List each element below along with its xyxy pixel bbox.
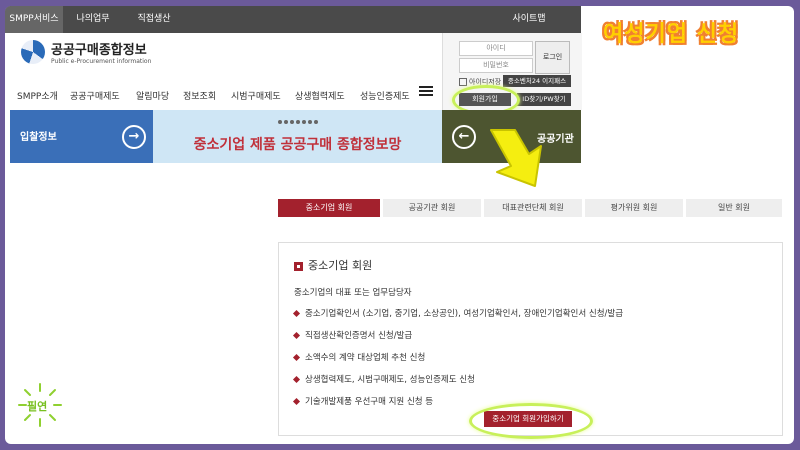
main-nav: SMPP소개 공공구매제도 알림마당 정보조회 시범구매제도 상생협력제도 성능… — [5, 84, 442, 110]
tab-association-member[interactable]: 대표관련단체 회원 — [484, 199, 582, 217]
list-item: 직접생산확인증명서 신청/발급 — [292, 329, 774, 351]
tab-public-agency-member[interactable]: 공공기관 회원 — [383, 199, 481, 217]
panel-title: 중소기업 회원 — [294, 257, 372, 273]
tab-smpp-service[interactable]: SMPP서비스 — [5, 6, 63, 33]
logo[interactable]: 공공구매종합정보 Public e-Procurement informatio… — [21, 38, 161, 72]
nav-item-smpp-intro[interactable]: SMPP소개 — [17, 84, 58, 110]
nav-item-cooperation[interactable]: 상생협력제도 — [295, 84, 345, 110]
login-button[interactable]: 로그인 — [535, 41, 570, 74]
nav-item-notice[interactable]: 알림마당 — [136, 84, 169, 110]
slide-heading: 여성기업 신청 — [603, 22, 740, 47]
slide: SMPP서비스 나의업무 직접생산 사이트맵 여성기업 신청 공공구매종합정보 … — [5, 6, 794, 444]
nav-item-procurement[interactable]: 공공구매제도 — [70, 84, 120, 110]
nav-item-info-search[interactable]: 정보조회 — [183, 84, 216, 110]
benefit-list: 중소기업확인서 (소기업, 중기업, 소상공인), 여성기업확인서, 장애인기업… — [292, 307, 774, 417]
list-item: 소액수의 계약 대상업체 추천 신청 — [292, 351, 774, 373]
tab-sme-member[interactable]: 중소기업 회원 — [278, 199, 380, 217]
sitemap-link[interactable]: 사이트맵 — [499, 6, 559, 33]
tab-direct-production[interactable]: 직접생산 — [123, 6, 185, 33]
square-bullet-icon — [294, 261, 303, 271]
center-banner: 중소기업 제품 공공구매 종합정보망 — [153, 110, 442, 163]
list-item: 상생협력제도, 시범구매제도, 성능인증제도 신청 — [292, 373, 774, 395]
arrow-left-icon: ← — [452, 125, 476, 149]
logo-text: 공공구매종합정보 — [51, 43, 147, 58]
bid-info-banner[interactable]: 입찰정보 → — [10, 110, 153, 163]
bid-info-label: 입찰정보 — [20, 132, 57, 143]
diamond-bullet-icon — [292, 375, 301, 384]
diamond-bullet-icon — [292, 353, 301, 362]
diamond-bullet-icon — [292, 397, 301, 406]
easypass-button[interactable]: 중소벤처24 이지패스 — [503, 75, 571, 87]
carousel-dots[interactable] — [277, 117, 323, 127]
find-id-pw-button[interactable]: ID찾기/PW찾기 — [517, 93, 571, 106]
panel-subtitle: 중소기업의 대표 또는 업무담당자 — [294, 288, 412, 298]
list-item: 중소기업확인서 (소기업, 중기업, 소상공인), 여성기업확인서, 장애인기업… — [292, 307, 774, 329]
id-field[interactable]: 아이디 — [459, 41, 533, 56]
tab-evaluator-member[interactable]: 평가위원 회원 — [585, 199, 683, 217]
sme-join-highlight — [469, 403, 593, 439]
tab-my-work[interactable]: 나의업무 — [63, 6, 123, 33]
diamond-bullet-icon — [292, 331, 301, 340]
sticker: 필연 — [17, 382, 63, 428]
sticker-text: 필연 — [27, 400, 48, 413]
checkbox-icon — [459, 78, 467, 86]
banner-headline: 중소기업 제품 공공구매 종합정보망 — [193, 137, 402, 153]
logo-mark-icon — [21, 40, 45, 64]
arrow-right-icon: → — [122, 125, 146, 149]
logo-subtext: Public e-Procurement information — [51, 58, 152, 65]
diamond-bullet-icon — [292, 309, 301, 318]
member-type-tabs: 중소기업 회원 공공기관 회원 대표관련단체 회원 평가위원 회원 일반 회원 — [278, 199, 782, 217]
pointer-arrow-icon — [490, 129, 542, 187]
nav-item-pilot-purchase[interactable]: 시범구매제도 — [231, 84, 281, 110]
tab-general-member[interactable]: 일반 회원 — [686, 199, 782, 217]
menu-icon[interactable] — [419, 84, 433, 98]
top-bar: SMPP서비스 나의업무 직접생산 사이트맵 — [5, 6, 581, 33]
password-field[interactable]: 비밀번호 — [459, 58, 533, 73]
nav-item-performance-cert[interactable]: 성능인증제도 — [360, 84, 410, 110]
